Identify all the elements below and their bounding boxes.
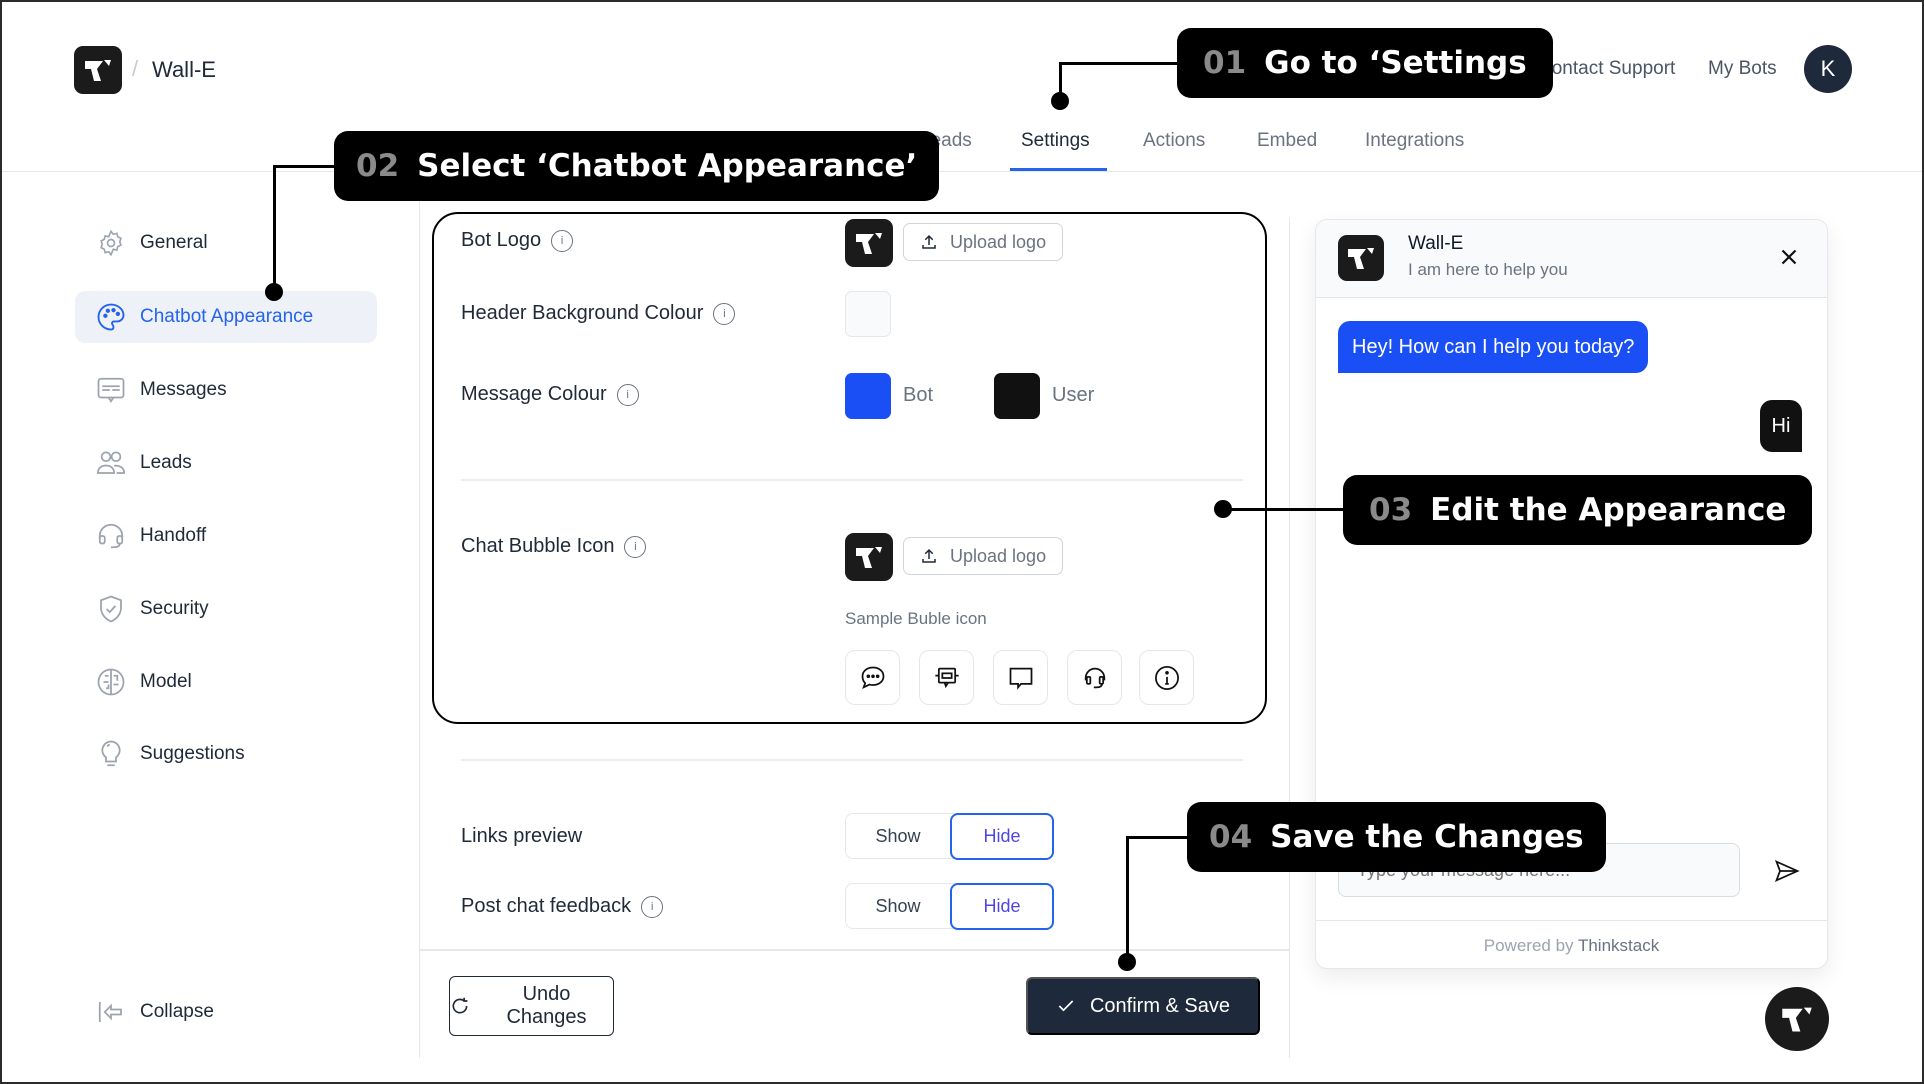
chat-subtitle: I am here to help you [1408,260,1568,279]
callout-text: Go to ‘Settings [1264,45,1527,81]
contact-support-link[interactable]: Contact Support [1538,58,1675,80]
chat-title: Wall-E [1408,233,1464,254]
breadcrumb-separator: / [132,56,139,81]
callout-step-03: 03 Edit the Appearance [1343,475,1813,545]
user-message-bubble: Hi [1760,400,1802,452]
chat-launcher-button[interactable] [1765,987,1829,1051]
callout-connector [1126,836,1129,960]
brain-icon [95,666,127,698]
undo-changes-button[interactable]: Undo Changes [449,976,614,1036]
thinkstack-logo-icon [1348,248,1374,269]
message-icon [95,374,127,406]
sidebar-item-label: Suggestions [140,743,245,764]
close-icon[interactable] [1776,244,1802,270]
header-divider [0,171,1924,172]
my-bots-link[interactable]: My Bots [1708,58,1777,80]
callout-step-04: 04 Save the Changes [1187,802,1606,872]
users-icon [95,447,127,479]
post-chat-feedback-hide[interactable]: Hide [950,882,1054,930]
callout-step-02: 02 Select ‘Chatbot Appearance’ [334,131,940,201]
sidebar-item-handoff[interactable]: Handoff [75,510,377,562]
chat-header: Wall-E I am here to help you [1316,220,1827,298]
callout-pointer-dot [265,283,283,301]
callout-connector [273,165,334,168]
collapse-label: Collapse [140,1001,214,1022]
footer-divider [420,949,1289,951]
preview-divider [1289,218,1290,1058]
sidebar-item-leads[interactable]: Leads [75,437,377,489]
save-label: Confirm & Save [1089,994,1231,1017]
sidebar-item-general[interactable]: General [75,217,377,269]
powered-by: Powered by Thinkstack [1316,936,1827,956]
tab-embed[interactable]: Embed [1257,130,1317,152]
callout-pointer-dot [1118,953,1136,971]
sidebar-divider [419,172,420,1058]
sidebar-item-label: Messages [140,379,227,400]
shield-check-icon [95,593,127,625]
sidebar-item-label: General [140,232,208,253]
post-chat-feedback-label: Post chat feedback i [461,895,664,918]
links-preview-hide[interactable]: Hide [950,812,1054,860]
send-icon[interactable] [1773,857,1801,885]
sidebar-item-label: Handoff [140,525,207,546]
chat-footer-divider [1316,920,1827,921]
links-preview-label: Links preview [461,825,582,848]
links-preview-toggle: Show Hide [845,812,1054,860]
confirm-save-button[interactable]: Confirm & Save [1026,977,1260,1035]
undo-label: Undo Changes [506,983,587,1028]
callout-number: 03 [1369,492,1413,528]
powered-brand[interactable]: Thinkstack [1578,936,1659,955]
headset-icon [95,520,127,552]
callout-text: Save the Changes [1270,819,1584,855]
powered-prefix: Powered by [1483,936,1578,955]
post-chat-feedback-label-text: Post chat feedback [461,895,632,917]
refresh-icon [452,997,468,1014]
check-icon [1058,1000,1074,1012]
thinkstack-logo-icon [85,60,111,81]
appearance-highlight-box [432,212,1267,724]
collapse-icon [95,996,127,1028]
tab-actions[interactable]: Actions [1143,130,1205,152]
sidebar-item-security[interactable]: Security [75,583,377,635]
callout-connector [1224,508,1343,511]
section-divider [461,759,1243,761]
callout-number: 02 [356,148,400,184]
user-avatar[interactable]: K [1804,45,1852,93]
sidebar-item-label: Leads [140,452,192,473]
callout-pointer-dot [1214,500,1232,518]
gear-icon [95,227,127,259]
thinkstack-logo-icon [1782,1007,1812,1032]
callout-connector [1059,62,1177,65]
links-preview-show[interactable]: Show [846,814,950,858]
sidebar-item-chatbot-appearance[interactable]: Chatbot Appearance [75,291,377,343]
post-chat-feedback-show[interactable]: Show [846,884,950,928]
info-icon[interactable]: i [641,895,664,918]
bot-message-bubble: Hey! How can I help you today? [1338,321,1649,373]
callout-text: Select ‘Chatbot Appearance’ [417,148,918,184]
callout-text: Edit the Appearance [1430,492,1787,528]
tab-integrations[interactable]: Integrations [1365,130,1464,152]
callout-number: 01 [1203,45,1247,81]
sidebar-item-label: Security [140,598,209,619]
sidebar-item-label: Chatbot Appearance [140,306,314,327]
bot-name[interactable]: Wall-E [152,57,216,83]
collapse-sidebar-button[interactable]: Collapse [75,986,377,1038]
callout-connector [1126,836,1187,839]
callout-step-01: 01 Go to ‘Settings [1177,28,1553,98]
links-preview-label-text: Links preview [461,825,583,847]
brand-logo[interactable] [74,46,122,94]
chat-bot-logo [1338,235,1384,281]
tab-settings[interactable]: Settings [1021,130,1090,152]
callout-connector [273,165,276,291]
palette-icon [95,301,127,333]
callout-pointer-dot [1051,92,1069,110]
sidebar-item-suggestions[interactable]: Suggestions [75,728,377,780]
sidebar-item-model[interactable]: Model [75,656,377,708]
sidebar-item-label: Model [140,671,192,692]
sidebar-item-messages[interactable]: Messages [75,364,377,416]
lightbulb-icon [95,738,127,770]
callout-number: 04 [1209,819,1253,855]
post-chat-feedback-toggle: Show Hide [845,882,1054,930]
